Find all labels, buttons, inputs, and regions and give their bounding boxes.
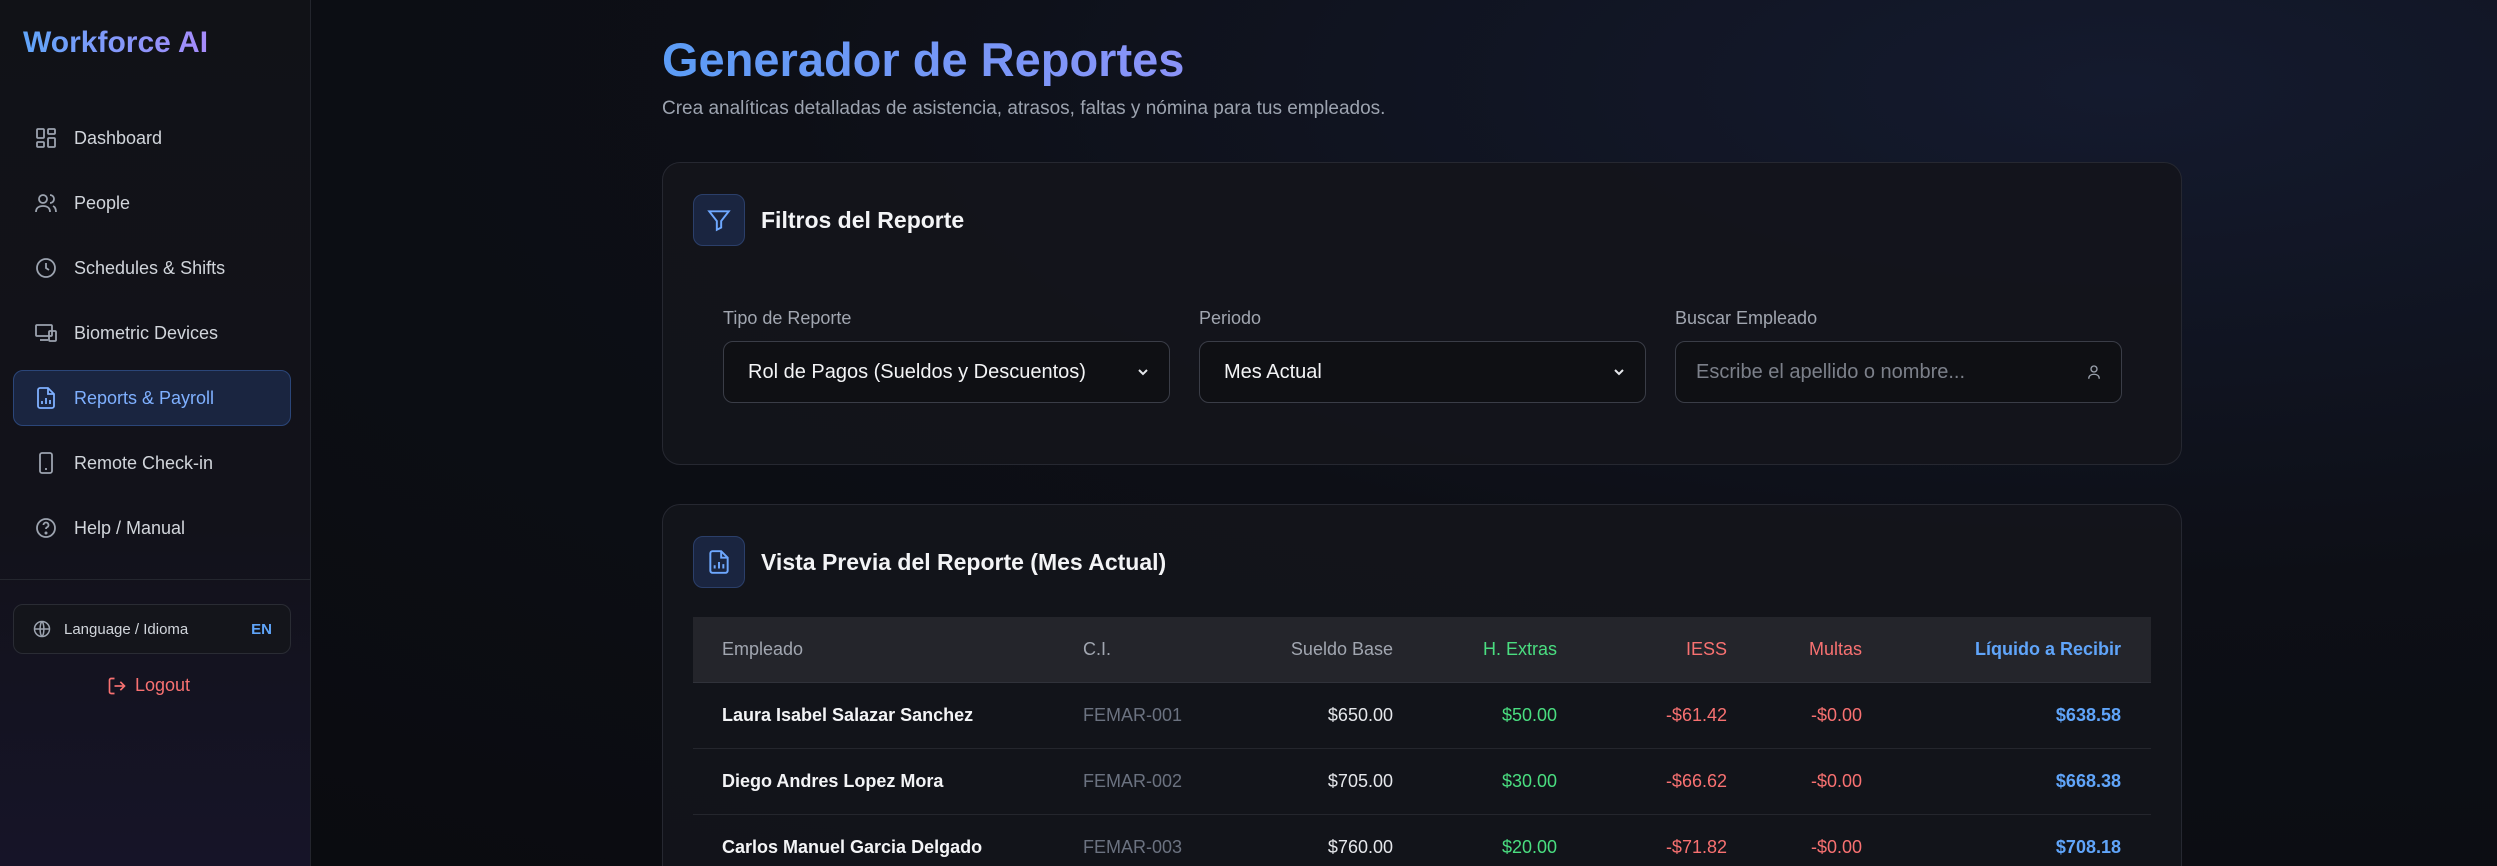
report-type-label: Tipo de Reporte xyxy=(723,308,852,328)
preview-header: Vista Previa del Reporte (Mes Actual) xyxy=(693,536,1166,588)
sidebar-divider xyxy=(0,579,311,580)
cell-empleado: Diego Andres Lopez Mora xyxy=(693,748,1083,815)
report-type-field: Tipo de Reporte Rol de Pagos (Sueldos y … xyxy=(723,308,1170,403)
cell-ci: FEMAR-002 xyxy=(1083,748,1223,815)
chevron-down-icon xyxy=(1614,369,1624,376)
brand-logo[interactable]: Workforce AI xyxy=(23,26,208,60)
cell-iess: -$61.42 xyxy=(1557,682,1727,749)
sidebar-item-label: Help / Manual xyxy=(74,517,186,538)
people-icon xyxy=(35,194,57,213)
logout-label: Logout xyxy=(135,675,191,695)
cell-sueldo-base: $650.00 xyxy=(1223,682,1393,749)
table-row[interactable]: Laura Isabel Salazar Sanchez FEMAR-001 $… xyxy=(693,682,2151,749)
table-row[interactable]: Diego Andres Lopez Mora FEMAR-002 $705.0… xyxy=(693,748,2151,815)
cell-empleado: Carlos Manuel Garcia Delgado xyxy=(693,814,1083,866)
sidebar-item-dashboard[interactable]: Dashboard xyxy=(13,110,291,166)
phone-icon xyxy=(39,452,53,474)
search-field: Buscar Empleado Escribe el apellido o no… xyxy=(1675,308,2122,403)
page-title: Generador de Reportes xyxy=(662,33,1185,86)
col-horas-extras[interactable]: H. Extras xyxy=(1393,617,1557,683)
filters-card: Filtros del Reporte Tipo de Reporte Rol … xyxy=(662,162,2182,465)
cell-sueldo-base: $705.00 xyxy=(1223,748,1393,815)
report-type-value: Rol de Pagos (Sueldos y Descuentos) xyxy=(748,360,1086,383)
cell-ci: FEMAR-003 xyxy=(1083,814,1223,866)
report-icon-badge xyxy=(693,536,745,588)
preview-title: Vista Previa del Reporte (Mes Actual) xyxy=(761,548,1167,575)
cell-liquido: $638.58 xyxy=(1862,682,2151,749)
report-type-select[interactable]: Rol de Pagos (Sueldos y Descuentos) xyxy=(723,341,1170,403)
page-subtitle: Crea analíticas detalladas de asistencia… xyxy=(662,98,1386,119)
filter-icon-badge xyxy=(693,194,745,246)
col-sueldo-base[interactable]: Sueldo Base xyxy=(1223,617,1393,683)
cell-iess: -$71.82 xyxy=(1557,814,1727,866)
period-select[interactable]: Mes Actual xyxy=(1199,341,1646,403)
language-switcher[interactable]: Language / Idioma EN xyxy=(13,604,291,654)
col-empleado[interactable]: Empleado xyxy=(693,617,1083,683)
search-label: Buscar Empleado xyxy=(1675,308,1818,328)
clock-icon xyxy=(36,258,56,278)
sidebar-item-reports[interactable]: Reports & Payroll xyxy=(13,370,291,426)
table-row[interactable]: Carlos Manuel Garcia Delgado FEMAR-003 $… xyxy=(693,814,2151,866)
sidebar-item-label: Schedules & Shifts xyxy=(74,257,226,278)
filters-title: Filtros del Reporte xyxy=(761,206,965,233)
col-liquido[interactable]: Líquido a Recibir xyxy=(1862,617,2151,683)
cell-liquido: $708.18 xyxy=(1862,814,2151,866)
period-label: Periodo xyxy=(1199,308,1262,328)
sidebar-item-biometric[interactable]: Biometric Devices xyxy=(13,305,291,361)
cell-empleado: Laura Isabel Salazar Sanchez xyxy=(693,682,1083,749)
language-code: EN xyxy=(251,620,272,638)
col-ci[interactable]: C.I. xyxy=(1083,617,1223,683)
globe-icon xyxy=(33,620,51,638)
cell-sueldo-base: $760.00 xyxy=(1223,814,1393,866)
col-multas[interactable]: Multas xyxy=(1727,617,1862,683)
sidebar-nav: Dashboard People Schedules & Shifts Biom… xyxy=(13,110,291,565)
sidebar-item-schedules[interactable]: Schedules & Shifts xyxy=(13,240,291,296)
chevron-down-icon xyxy=(1138,369,1148,376)
sidebar-item-help[interactable]: Help / Manual xyxy=(13,500,291,556)
sidebar-item-label: People xyxy=(74,192,131,213)
search-input[interactable]: Escribe el apellido o nombre... xyxy=(1675,341,2122,403)
sidebar-item-remote-checkin[interactable]: Remote Check-in xyxy=(13,435,291,491)
sidebar-item-label: Reports & Payroll xyxy=(74,387,215,408)
cell-multas: -$0.00 xyxy=(1727,682,1862,749)
table-header-row: Empleado C.I. Sueldo Base H. Extras IESS… xyxy=(693,617,2151,683)
sidebar-item-label: Remote Check-in xyxy=(74,452,214,473)
preview-card: Vista Previa del Reporte (Mes Actual) Em… xyxy=(662,504,2182,866)
sidebar-item-people[interactable]: People xyxy=(13,175,291,231)
cell-horas-extras: $20.00 xyxy=(1393,814,1557,866)
col-iess[interactable]: IESS xyxy=(1557,617,1727,683)
devices-icon xyxy=(35,324,57,342)
search-placeholder: Escribe el apellido o nombre... xyxy=(1696,360,1966,383)
cell-iess: -$66.62 xyxy=(1557,748,1727,815)
report-icon xyxy=(709,550,729,574)
cell-liquido: $668.38 xyxy=(1862,748,2151,815)
cell-horas-extras: $50.00 xyxy=(1393,682,1557,749)
sidebar: Workforce AI Dashboard People Schedules … xyxy=(0,0,311,866)
logout-button[interactable]: Logout xyxy=(107,675,190,696)
help-icon xyxy=(36,518,56,538)
period-value: Mes Actual xyxy=(1224,360,1322,383)
user-icon xyxy=(2088,365,2100,379)
period-field: Periodo Mes Actual xyxy=(1199,308,1646,403)
sidebar-item-label: Dashboard xyxy=(74,127,163,148)
cell-horas-extras: $30.00 xyxy=(1393,748,1557,815)
cell-multas: -$0.00 xyxy=(1727,814,1862,866)
logout-icon xyxy=(108,677,126,694)
filters-header: Filtros del Reporte xyxy=(693,194,964,246)
cell-ci: FEMAR-001 xyxy=(1083,682,1223,749)
filter-icon xyxy=(707,210,731,232)
sidebar-item-label: Biometric Devices xyxy=(74,322,219,343)
cell-multas: -$0.00 xyxy=(1727,748,1862,815)
language-label: Language / Idioma xyxy=(64,620,189,638)
payroll-table: Empleado C.I. Sueldo Base H. Extras IESS… xyxy=(693,617,2151,866)
report-icon xyxy=(37,387,55,409)
dashboard-icon xyxy=(36,128,56,148)
